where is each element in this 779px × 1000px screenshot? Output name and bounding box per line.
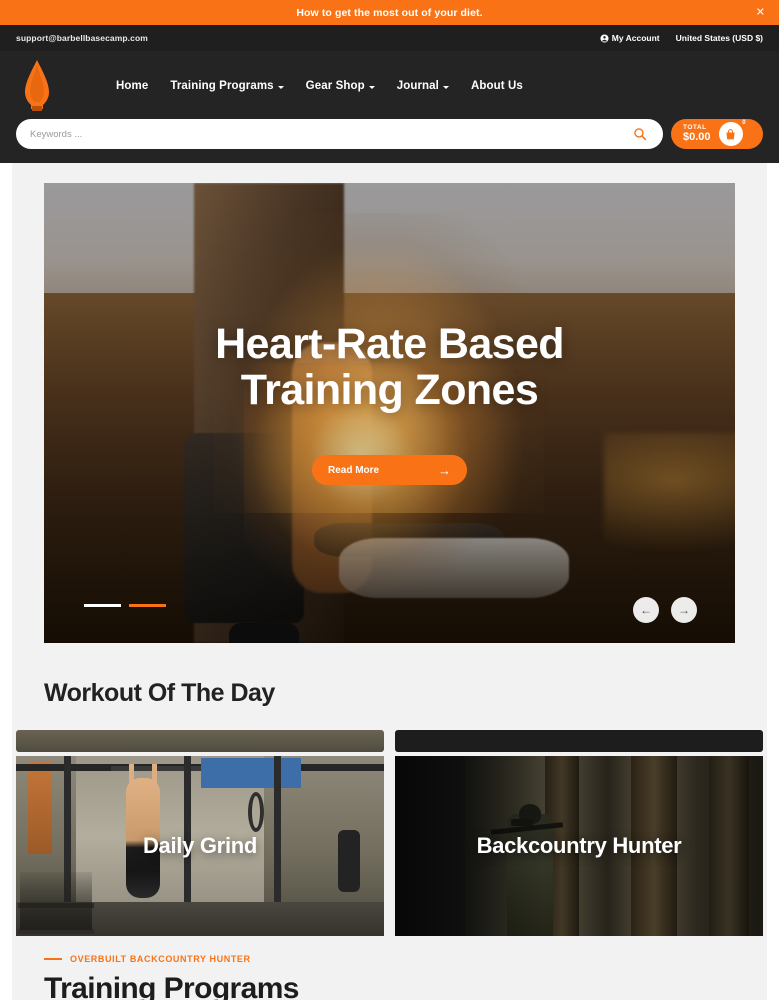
- cart-count-badge: 0: [742, 120, 746, 126]
- wod-peek-card-1: [16, 730, 384, 752]
- promo-banner-text: How to get the most out of your diet.: [296, 6, 483, 19]
- user-circle-icon: [600, 33, 609, 43]
- arrow-left-icon[interactable]: ←: [633, 597, 659, 623]
- hero-carousel: Heart-Rate Based Training Zones Read Mor…: [44, 183, 735, 643]
- chevron-down-icon: [277, 85, 284, 89]
- arrow-right-icon[interactable]: →: [671, 597, 697, 623]
- support-email[interactable]: support@barbellbasecamp.com: [16, 33, 148, 43]
- arrow-right-icon: →: [438, 462, 451, 478]
- nav-item-gear-shop[interactable]: Gear Shop: [306, 80, 375, 92]
- wod-card-daily-grind[interactable]: Daily Grind: [16, 756, 384, 936]
- my-account-label: My Account: [611, 33, 660, 43]
- wod-card-title: Backcountry Hunter: [476, 833, 682, 858]
- nav-item-home[interactable]: Home: [116, 80, 148, 92]
- cart-total-value: $0.00: [683, 130, 711, 143]
- locale-selector[interactable]: United States (USD $): [676, 33, 763, 43]
- promo-banner: How to get the most out of your diet. ✕: [0, 0, 779, 25]
- hero-title: Heart-Rate Based Training Zones: [215, 320, 564, 414]
- shopping-bag-icon[interactable]: 0: [718, 120, 746, 146]
- page-body: Heart-Rate Based Training Zones Read Mor…: [12, 163, 767, 1000]
- wod-peek-row: [16, 730, 763, 752]
- search-input[interactable]: [30, 128, 631, 140]
- eyebrow-label: OVERBUILT BACKCOUNTRY HUNTER: [70, 954, 251, 964]
- training-programs-eyebrow: OVERBUILT BACKCOUNTRY HUNTER: [44, 954, 767, 964]
- utility-bar: support@barbellbasecamp.com My Account U…: [0, 25, 779, 51]
- dash-icon: [44, 958, 62, 960]
- cart-button[interactable]: TOTAL $0.00 0: [671, 119, 763, 149]
- hero-read-more-button[interactable]: Read More →: [312, 455, 467, 485]
- wod-peek-card-2: [395, 730, 763, 752]
- hero-nav-buttons: ← →: [633, 597, 697, 623]
- nav-item-label: Gear Shop: [305, 80, 365, 92]
- header-search-row: TOTAL $0.00 0: [16, 119, 763, 149]
- chevron-down-icon: [368, 85, 375, 89]
- wod-card-title: Daily Grind: [142, 833, 258, 858]
- nav-item-about-us[interactable]: About Us: [471, 80, 523, 92]
- search-bar[interactable]: [16, 119, 663, 149]
- search-icon[interactable]: [631, 125, 649, 143]
- hero-slide-indicator-1[interactable]: [84, 604, 121, 607]
- my-account-link[interactable]: My Account: [600, 33, 660, 43]
- page-root: How to get the most out of your diet. ✕ …: [0, 0, 779, 1000]
- arrowhead-logo[interactable]: [16, 59, 58, 113]
- header-top-row: Home Training Programs Gear Shop Journal…: [16, 57, 763, 115]
- hero-slide-indicators: [84, 604, 166, 607]
- page-title: Workout Of The Day: [44, 679, 275, 707]
- nav-item-label: Home: [116, 80, 149, 92]
- chevron-down-icon: [442, 85, 449, 89]
- hero-content: Heart-Rate Based Training Zones Read Mor…: [44, 183, 735, 643]
- main-navigation: Home Training Programs Gear Shop Journal…: [116, 80, 523, 92]
- hero-cta-label: Read More: [328, 464, 380, 476]
- training-programs-heading: Training Programs: [44, 972, 299, 1000]
- cart-text: TOTAL $0.00: [683, 124, 711, 143]
- nav-item-label: About Us: [470, 80, 523, 92]
- wod-card-grid: Daily Grind Backcountry Hunter: [16, 756, 763, 936]
- nav-item-label: Training Programs: [170, 80, 274, 92]
- nav-item-journal[interactable]: Journal: [397, 80, 449, 92]
- utility-bar-right: My Account United States (USD $): [600, 33, 763, 43]
- wod-card-backcountry-hunter[interactable]: Backcountry Hunter: [395, 756, 763, 936]
- site-header: Home Training Programs Gear Shop Journal…: [0, 51, 779, 163]
- close-icon[interactable]: ✕: [756, 7, 765, 18]
- nav-item-training-programs[interactable]: Training Programs: [170, 80, 284, 92]
- hero-slide-indicator-2[interactable]: [129, 604, 166, 607]
- nav-item-label: Journal: [396, 80, 439, 92]
